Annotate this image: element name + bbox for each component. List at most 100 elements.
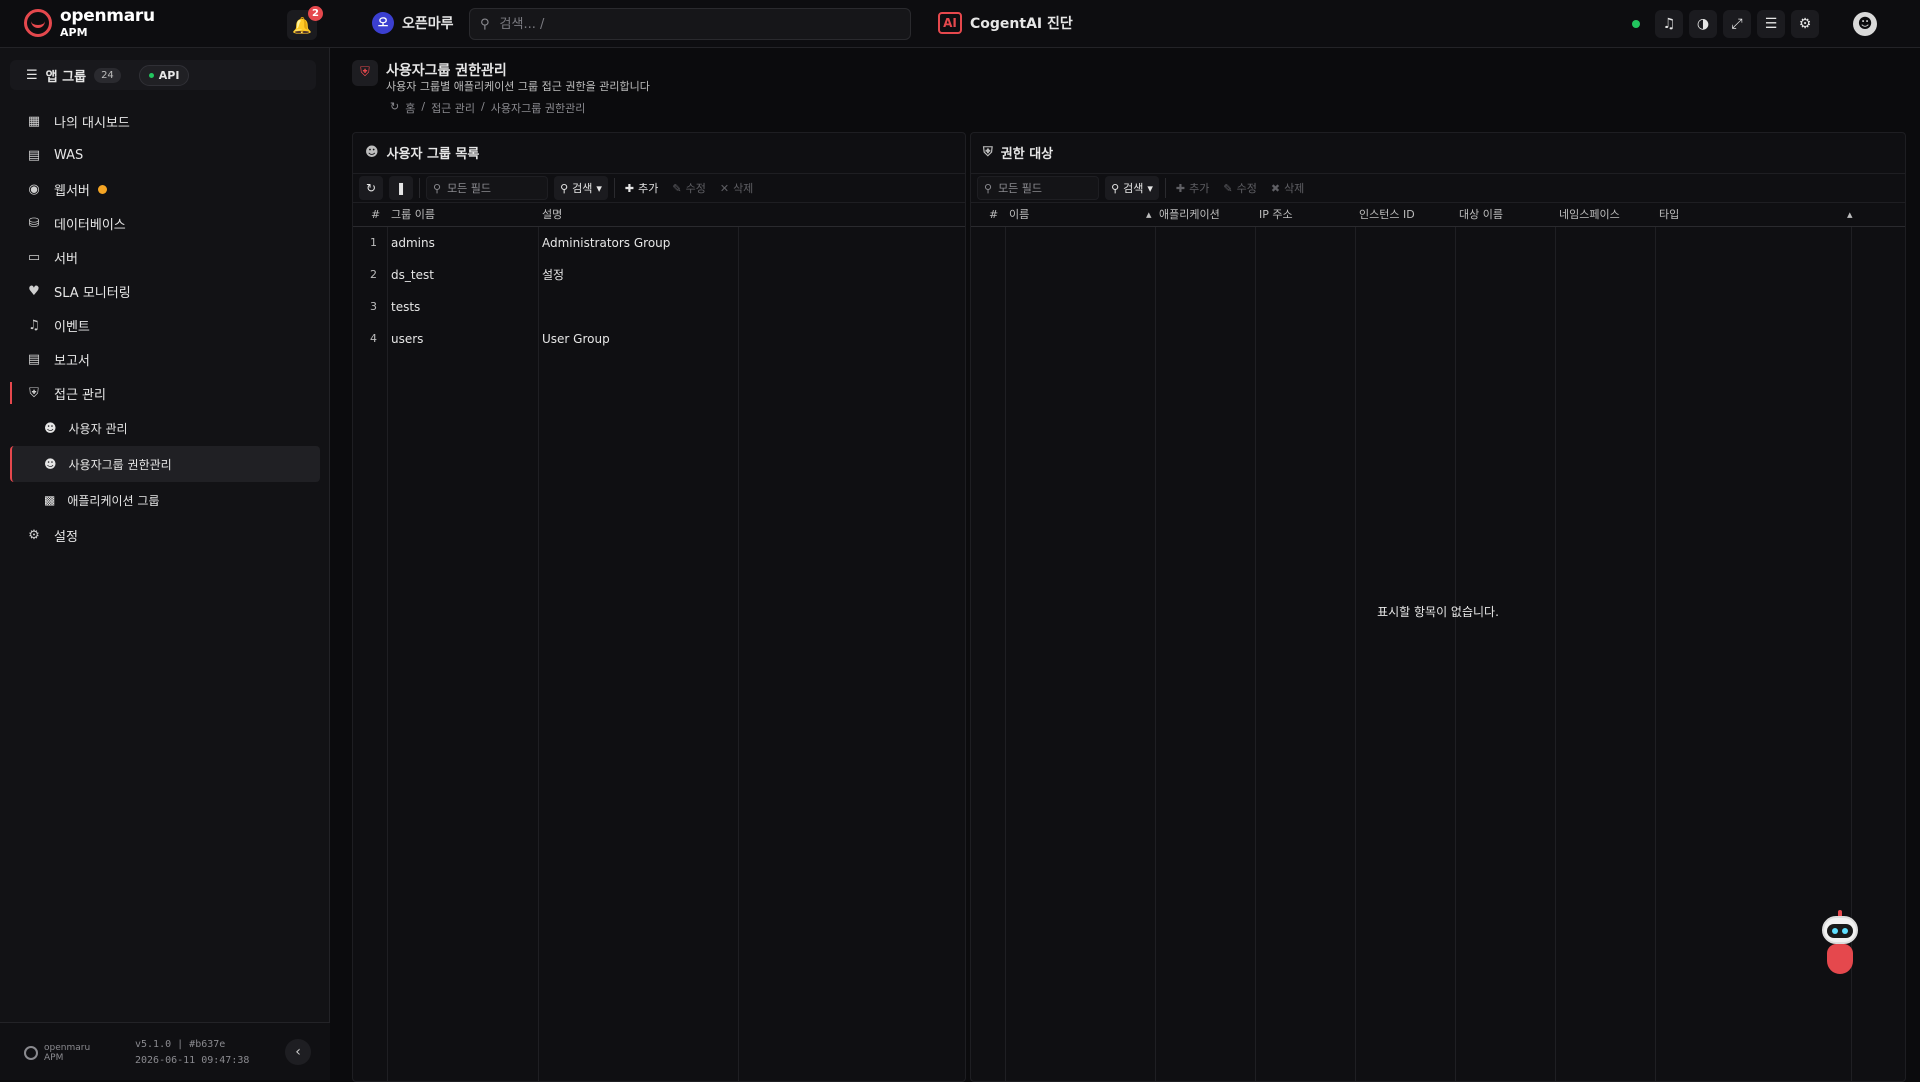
robot-eye [1842,928,1848,934]
ai-diagnosis-button[interactable]: AI CogentAI 진단 [938,12,1073,34]
search-icon: ⚲ [1111,181,1120,195]
theme-toggle-button[interactable]: ◑ [1689,10,1717,38]
delete-button[interactable]: ✖ 삭제 [1267,176,1308,200]
app-group-selector[interactable]: ☰ 앱 그룹 24 API [10,60,316,90]
add-button[interactable]: ✚ 추가 [621,176,662,200]
sidebar-item-was[interactable]: ▤ WAS [10,138,320,172]
search-icon: ⚲ [560,181,569,195]
breadcrumb-access[interactable]: 접근 관리 [431,100,475,116]
sidebar-item-dashboard[interactable]: ▦ 나의 대시보드 [10,104,320,138]
right-search-field[interactable]: ⚲ [977,176,1100,200]
user-menu-button[interactable]: ☻ [1853,12,1877,36]
sidebar-item-webserver[interactable]: ◉ 웹서버 [10,172,320,206]
menu-button[interactable]: ☰ [1757,10,1785,38]
alert-bell-button[interactable]: ♫ [1655,10,1683,38]
column-header-application[interactable]: 애플리케이션 [1159,203,1220,227]
sort-asc-icon[interactable]: ▴ [1146,203,1152,227]
column-header-instance-id[interactable]: 인스턴스 ID [1359,203,1415,227]
close-icon: ✖ [1270,181,1281,195]
column-header-name[interactable]: 이름 [1009,203,1029,227]
sidebar-item-database[interactable]: ⛁ 데이터베이스 [10,206,320,240]
sidebar-item-label: 데이터베이스 [54,217,126,233]
settings-button[interactable]: ⚙ [1791,10,1819,38]
breadcrumb-home[interactable]: 홈 [405,100,415,116]
shield-icon: ⛨ [352,60,378,86]
sidebar-item-access-management[interactable]: ⛨ 접근 관리 [10,376,320,410]
chatbot-assistant-button[interactable] [1813,910,1867,982]
shield-icon: ⛨ [29,385,39,401]
column-header-description[interactable]: 설명 [542,203,562,227]
search-icon: ⚲ [984,181,993,195]
left-search-button[interactable]: ⚲ 검색 ▾ [554,176,608,200]
table-header: # 이름 ▴ 애플리케이션 IP 주소 인스턴스 ID 대상 이름 네임스페이스… [971,203,1905,227]
column-header-type[interactable]: 타입 [1659,203,1679,227]
right-search-button[interactable]: ⚲ 검색 ▾ [1105,176,1159,200]
table-row[interactable]: 1 admins Administrators Group [353,227,965,259]
sidebar-subitem-label: 사용자그룹 권한관리 [68,457,172,472]
logo-mark-icon [24,9,52,37]
global-search[interactable]: ⚲ [469,8,911,40]
sidebar-item-label: 접근 관리 [54,387,106,403]
sidebar-subitem-application-group[interactable]: ▩ 애플리케이션 그룹 [10,482,320,518]
breadcrumb-separator: / [421,100,426,113]
refresh-button[interactable]: ↻ [359,176,383,200]
left-search-input[interactable] [447,181,548,195]
tenant-selector[interactable]: 오 오픈마루 [372,12,454,34]
permission-target-panel: ⛨ 권한 대상 ⚲ ⚲검색▾ ✚추가 ✎수정 ✖삭제 # 이름 ▴ 애플리케이션… [970,132,1906,1082]
edit-button[interactable]: ✎ 수정 [1219,176,1260,200]
ai-diagnosis-label: CogentAI 진단 [970,16,1073,32]
column-divider [1355,227,1356,1081]
build-date-text: 2026-06-11 09:47:38 [135,1055,250,1066]
fullscreen-button[interactable]: ⤢ [1723,10,1751,38]
sort-asc-icon[interactable]: ▴ [1847,203,1853,227]
column-header-index[interactable]: # [989,203,998,227]
refresh-icon[interactable]: ↻ [390,100,399,116]
panel-title-text: 사용자 그룹 목록 [386,147,480,162]
sidebar-item-label: 설정 [54,529,78,545]
left-search-field[interactable]: ⚲ [426,176,549,200]
server-stack-icon: ▤ [27,147,41,163]
row-description: 설정 [542,268,565,282]
delete-button[interactable]: ✕ 삭제 [716,176,757,200]
columns-button[interactable]: ❚ [389,176,413,200]
delete-label: 삭제 [733,182,754,195]
api-badge[interactable]: API [138,64,190,86]
columns-icon: ❚ [395,181,407,195]
column-header-group-name[interactable]: 그룹 이름 [391,203,435,227]
column-divider [1005,227,1006,1081]
global-search-input[interactable] [499,16,880,32]
gear-icon: ⚙ [1798,16,1812,32]
sidebar-subitem-usergroup-permissions[interactable]: ☻ 사용자그룹 권한관리 [10,446,320,482]
right-search-input[interactable] [998,181,1099,195]
sidebar-item-events[interactable]: ♫ 이벤트 [10,308,320,342]
table-row[interactable]: 3 tests [353,291,965,323]
table-row[interactable]: 4 users User Group [353,323,965,355]
sidebar-item-server[interactable]: ▭ 서버 [10,240,320,274]
edit-button[interactable]: ✎ 수정 [668,176,709,200]
sidebar-item-settings[interactable]: ⚙ 설정 [10,518,320,552]
add-button[interactable]: ✚ 추가 [1172,176,1213,200]
search-button-label: 검색 [572,182,593,195]
column-divider [1255,227,1256,1081]
page-subtitle: 사용자 그룹별 애플리케이션 그룹 접근 권한을 관리합니다 [386,80,650,93]
right-toolbar: ⚲ ⚲검색▾ ✚추가 ✎수정 ✖삭제 [971,173,1905,203]
row-index: 2 [370,268,377,281]
table-row[interactable]: 2 ds_test 설정 [353,259,965,291]
globe-icon: ◉ [28,181,40,197]
app-logo[interactable]: openmaru APM [24,8,155,38]
sidebar-subitem-user-management[interactable]: ☻ 사용자 관리 [10,410,320,446]
sidebar-item-sla[interactable]: ♥ SLA 모니터링 [10,274,320,308]
tenant-name: 오픈마루 [402,16,454,32]
column-header-target-name[interactable]: 대상 이름 [1459,203,1503,227]
edit-icon: ✎ [1223,181,1233,195]
sidebar-item-reports[interactable]: ▤ 보고서 [10,342,320,376]
panel-title: ⛨ 권한 대상 [983,143,1053,162]
robot-eye [1832,928,1838,934]
panel-title: ☻ 사용자 그룹 목록 [365,143,479,162]
column-header-ip[interactable]: IP 주소 [1259,203,1293,227]
notification-button[interactable]: 🔔 2 [287,6,323,40]
column-header-namespace[interactable]: 네임스페이스 [1559,203,1620,227]
logo-subtitle: APM [60,26,88,39]
collapse-sidebar-button[interactable]: ‹ [285,1039,311,1065]
column-header-index[interactable]: # [371,203,380,227]
